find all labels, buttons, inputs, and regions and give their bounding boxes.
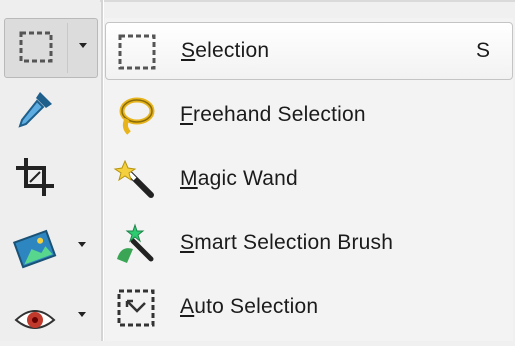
eyedropper-icon (10, 84, 60, 134)
menu-item-smart-selection-brush[interactable]: Smart Selection Brush (105, 214, 513, 272)
selection-tool-button[interactable] (4, 18, 98, 78)
menu-item-label: Smart Selection Brush (180, 231, 394, 254)
magic-wand-icon (111, 155, 161, 205)
menu-item-freehand-selection[interactable]: Freehand Selection (105, 86, 513, 144)
menu-item-label: Auto Selection (180, 295, 319, 318)
red-eye-icon (10, 292, 60, 342)
tool-palette (0, 0, 100, 341)
lasso-icon (111, 91, 161, 141)
image-adjust-tool-button[interactable] (4, 218, 96, 276)
menu-item-label: Selection (181, 39, 270, 62)
menu-item-auto-selection[interactable]: Auto Selection (105, 278, 513, 336)
menu-item-magic-wand[interactable]: Magic Wand (105, 150, 513, 208)
shortcut-key: S (475, 39, 490, 62)
rectangle-selection-icon (11, 23, 61, 73)
selection-flyout-menu: Selection S Freehand Selection Magic Wan… (105, 18, 513, 341)
red-eye-tool-button[interactable] (4, 288, 96, 346)
dropdown-arrow-icon[interactable] (78, 312, 86, 317)
smart-brush-icon (111, 219, 161, 269)
menu-item-label: Freehand Selection (180, 103, 366, 126)
dropdown-arrow-icon[interactable] (78, 242, 86, 247)
crop-icon (10, 152, 60, 202)
crop-tool-button[interactable] (4, 148, 96, 206)
rectangle-selection-icon (112, 28, 162, 78)
toolbar-separator (101, 0, 104, 341)
image-adjust-icon (10, 222, 60, 272)
auto-selection-icon (111, 283, 161, 333)
menu-item-label: Magic Wand (180, 167, 298, 190)
menu-item-selection[interactable]: Selection S (105, 22, 513, 80)
dropdown-arrow-icon[interactable] (79, 43, 87, 48)
split-divider (67, 23, 68, 73)
eyedropper-tool-button[interactable] (4, 80, 96, 138)
